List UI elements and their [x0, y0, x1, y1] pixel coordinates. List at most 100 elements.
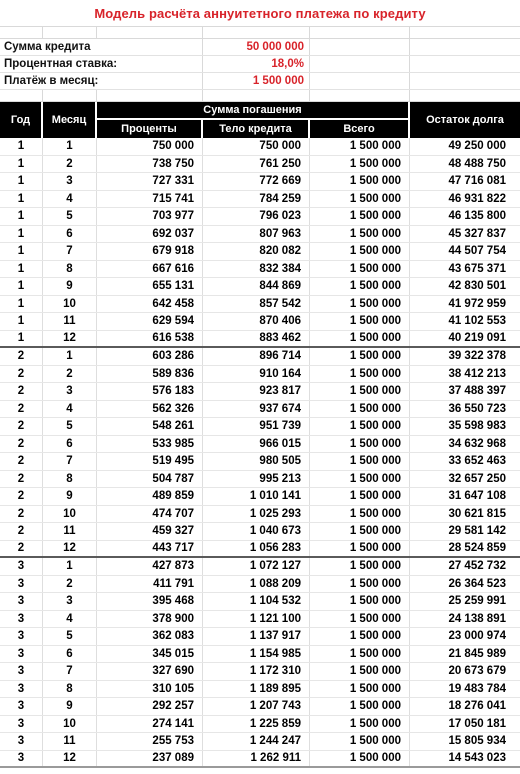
cell-interest: 519 495 — [97, 453, 203, 470]
cell-month: 9 — [43, 698, 97, 715]
cell-total: 1 500 000 — [310, 348, 410, 365]
cell-month: 5 — [43, 418, 97, 435]
cell-interest: 616 538 — [97, 330, 203, 346]
parameter-label: Процентная ставка: — [0, 56, 203, 72]
cell-principal: 1 010 141 — [203, 488, 310, 505]
cell-total: 1 500 000 — [310, 330, 410, 346]
cell-balance: 25 259 991 — [448, 595, 506, 608]
cell-interest: 576 183 — [97, 383, 203, 400]
table-row: 2 5 548 261 951 739 1 500 000 35 598 983 — [0, 418, 520, 436]
grid-cell — [410, 27, 520, 38]
cell-total: 1 500 000 — [310, 715, 410, 732]
grid-cell — [0, 90, 43, 101]
cell-interest: 629 594 — [97, 313, 203, 330]
cell-interest: 642 458 — [97, 295, 203, 312]
cell-total: 1 500 000 — [310, 750, 410, 766]
cell-total: 1 500 000 — [310, 698, 410, 715]
cell-principal: 1 262 911 — [203, 750, 310, 766]
grid-cell — [310, 73, 410, 89]
cell-balance: 41 972 959 — [448, 297, 506, 310]
cell-month: 2 — [43, 575, 97, 592]
cell-year: 3 — [0, 593, 43, 610]
cell-principal: 995 213 — [203, 470, 310, 487]
cell-month: 1 — [43, 558, 97, 575]
grid-cell — [203, 90, 310, 101]
column-header-total: Всего — [310, 120, 410, 138]
cell-month: 7 — [43, 453, 97, 470]
cell-month: 9 — [43, 278, 97, 295]
header-spacer — [0, 120, 97, 138]
cell-month: 6 — [43, 225, 97, 242]
cell-month: 8 — [43, 680, 97, 697]
cell-year: 2 — [0, 418, 43, 435]
cell-month: 3 — [43, 173, 97, 190]
table-row: 1 5 703 977 796 023 1 500 000 46 135 800 — [0, 208, 520, 226]
cell-interest: 395 468 — [97, 593, 203, 610]
table-row: 2 6 533 985 966 015 1 500 000 34 632 968 — [0, 435, 520, 453]
cell-interest: 378 900 — [97, 610, 203, 627]
table-row: 2 4 562 326 937 674 1 500 000 36 550 723 — [0, 400, 520, 418]
cell-principal: 761 250 — [203, 155, 310, 172]
cell-year: 3 — [0, 680, 43, 697]
cell-month: 5 — [43, 628, 97, 645]
cell-year: 2 — [0, 523, 43, 540]
cell-total: 1 500 000 — [310, 383, 410, 400]
cell-interest: 427 873 — [97, 558, 203, 575]
cell-balance: 20 673 679 — [448, 665, 506, 678]
cell-interest: 327 690 — [97, 663, 203, 680]
cell-interest: 548 261 — [97, 418, 203, 435]
cell-balance: 29 581 142 — [448, 525, 506, 538]
cell-year: 1 — [0, 208, 43, 225]
cell-month: 12 — [43, 540, 97, 556]
cell-year: 1 — [0, 173, 43, 190]
amortization-table-body: 1 1 750 000 750 000 1 500 000 49 250 000 1 2 738… — [0, 138, 520, 768]
cell-total: 1 500 000 — [310, 610, 410, 627]
cell-balance: 46 135 800 — [448, 210, 506, 223]
cell-year: 3 — [0, 733, 43, 750]
table-row: 3 4 378 900 1 121 100 1 500 000 24 138 891 — [0, 610, 520, 628]
cell-month: 11 — [43, 523, 97, 540]
cell-principal: 923 817 — [203, 383, 310, 400]
cell-interest: 459 327 — [97, 523, 203, 540]
cell-total: 1 500 000 — [310, 208, 410, 225]
cell-interest: 255 753 — [97, 733, 203, 750]
cell-principal: 772 669 — [203, 173, 310, 190]
cell-balance: 21 845 989 — [448, 647, 506, 660]
cell-total: 1 500 000 — [310, 593, 410, 610]
cell-year: 1 — [0, 260, 43, 277]
cell-month: 4 — [43, 190, 97, 207]
table-row: 2 10 474 707 1 025 293 1 500 000 30 621 815 — [0, 505, 520, 523]
cell-principal: 980 505 — [203, 453, 310, 470]
cell-total: 1 500 000 — [310, 505, 410, 522]
table-row: 3 9 292 257 1 207 743 1 500 000 18 276 041 — [0, 698, 520, 716]
cell-interest: 274 141 — [97, 715, 203, 732]
cell-total: 1 500 000 — [310, 295, 410, 312]
cell-year: 2 — [0, 435, 43, 452]
cell-principal: 883 462 — [203, 330, 310, 346]
cell-year: 3 — [0, 698, 43, 715]
table-row: 1 3 727 331 772 669 1 500 000 47 716 081 — [0, 173, 520, 191]
cell-year: 1 — [0, 138, 43, 155]
cell-principal: 1 225 859 — [203, 715, 310, 732]
cell-year: 2 — [0, 453, 43, 470]
cell-balance: 30 621 815 — [448, 507, 506, 520]
table-row: 2 1 603 286 896 714 1 500 000 39 322 378 — [0, 348, 520, 366]
cell-principal: 1 040 673 — [203, 523, 310, 540]
cell-principal: 1 072 127 — [203, 558, 310, 575]
cell-month: 7 — [43, 663, 97, 680]
column-header-interest: Проценты — [97, 120, 203, 138]
cell-month: 12 — [43, 330, 97, 346]
cell-year: 1 — [0, 295, 43, 312]
cell-balance: 38 412 213 — [448, 367, 506, 380]
table-row: 1 10 642 458 857 542 1 500 000 41 972 959 — [0, 295, 520, 313]
cell-interest: 443 717 — [97, 540, 203, 556]
cell-balance: 41 102 553 — [448, 315, 506, 328]
cell-balance: 14 543 023 — [448, 752, 506, 765]
parameter-row-monthly-payment: Платёж в месяц: 1 500 000 — [0, 73, 520, 90]
cell-balance: 49 250 000 — [448, 140, 506, 153]
cell-total: 1 500 000 — [310, 173, 410, 190]
table-row: 2 3 576 183 923 817 1 500 000 37 488 397 — [0, 383, 520, 401]
cell-interest: 362 083 — [97, 628, 203, 645]
cell-year: 2 — [0, 540, 43, 556]
cell-month: 8 — [43, 470, 97, 487]
